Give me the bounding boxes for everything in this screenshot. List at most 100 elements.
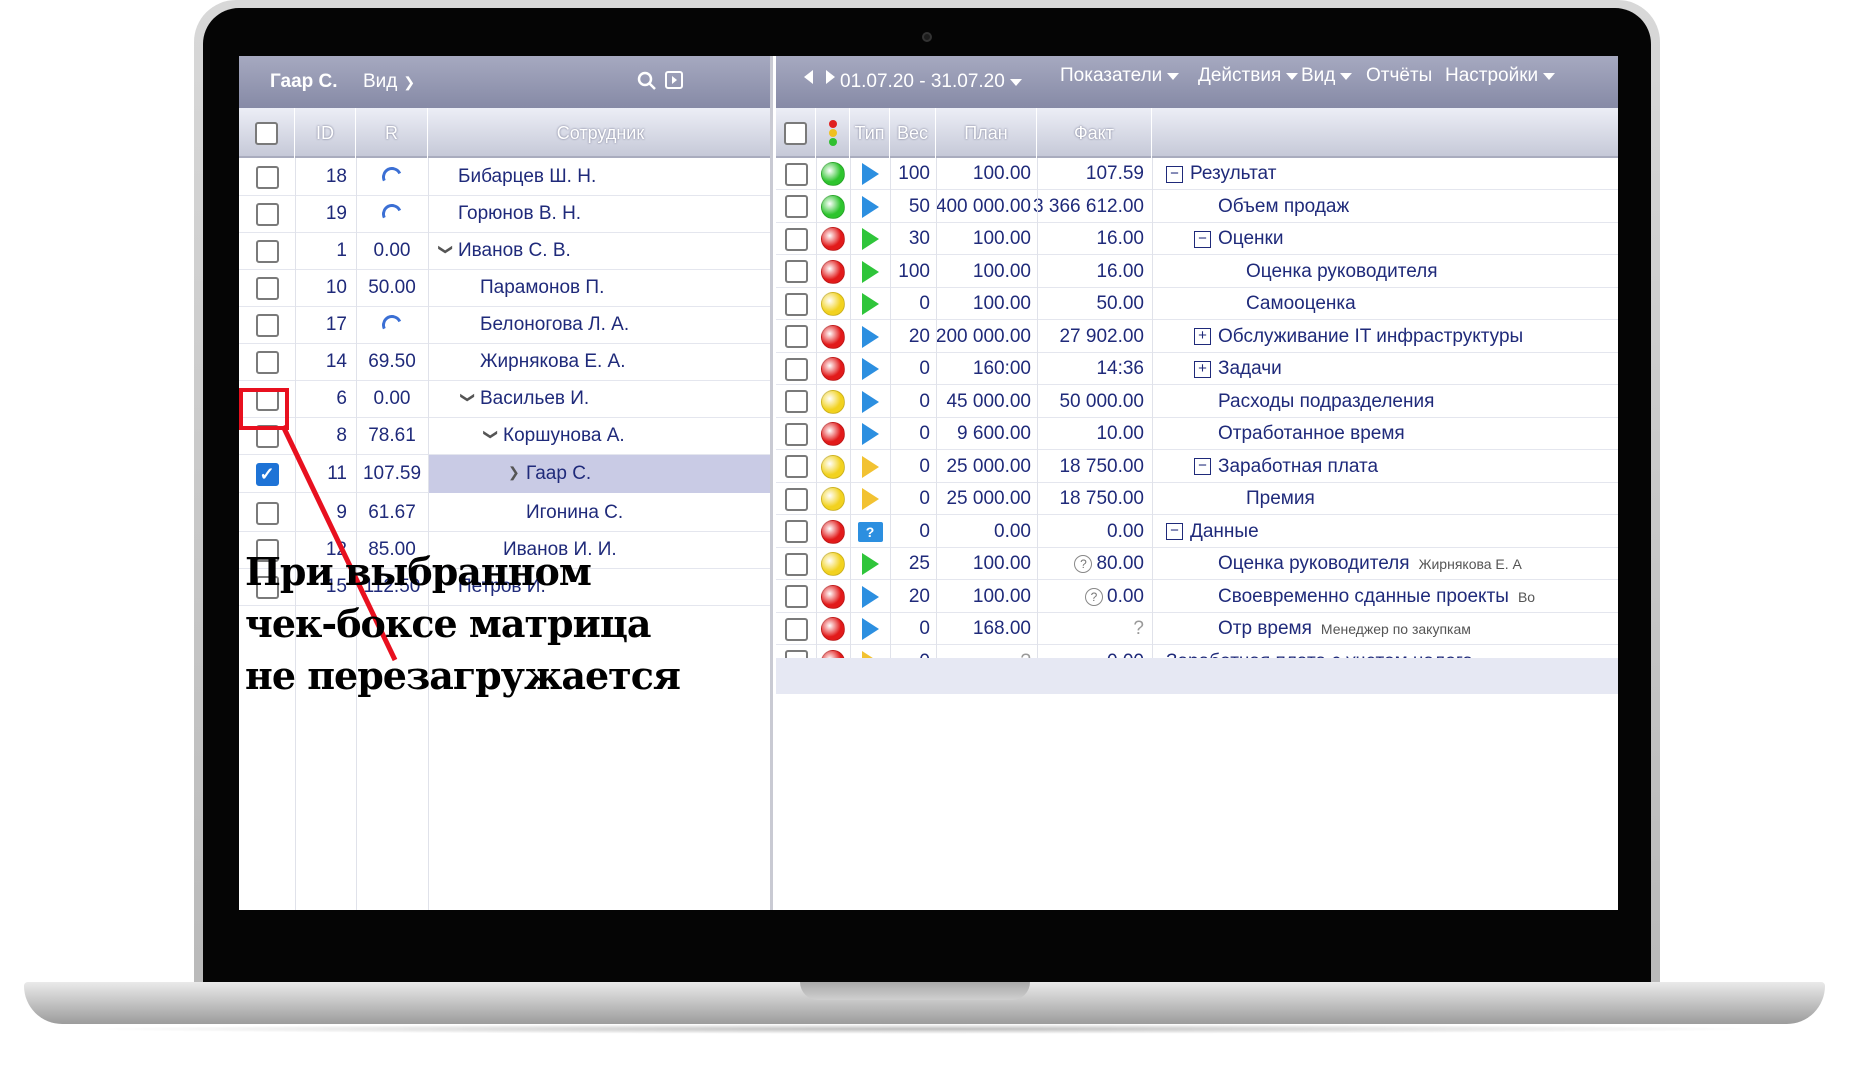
type-green-arrow-icon (861, 228, 879, 250)
row-checkbox[interactable] (784, 325, 808, 348)
status-red-dot-icon (821, 357, 845, 381)
menu-actions[interactable]: Действия (1198, 56, 1299, 96)
row-checkbox[interactable] (784, 422, 808, 446)
metric-row[interactable]: 0 160:00 14:36 + Задачи (776, 353, 1618, 385)
metric-name-cell[interactable]: Оценка руководителя Жирнякова Е. А (1194, 548, 1618, 580)
period-selector[interactable]: 01.07.20 - 31.07.20 (840, 62, 1022, 102)
metric-row[interactable]: 0 168.00? Отр время Менеджер по закупкам (776, 613, 1618, 645)
metric-name: Отработанное время (1218, 423, 1405, 444)
metric-row[interactable]: 100 100.00 16.00 Оценка руководителя (776, 256, 1618, 288)
metric-fact-value: ? (1133, 618, 1144, 639)
status-red-dot-icon (821, 519, 845, 544)
row-checkbox[interactable] (784, 357, 808, 381)
metric-name: Оценка руководителя (1218, 553, 1410, 574)
metric-row[interactable]: 0 9 600.00 10.00 Отработанное время (776, 418, 1618, 450)
type-cell (850, 353, 890, 385)
metric-row[interactable]: 0 45 000.00 50 000.00 Расходы подразделения (776, 386, 1618, 418)
metric-name-cell[interactable]: − Данные (1166, 516, 1618, 548)
metric-row[interactable]: 20 100.00? 0.00 Своевременно сданные проект… (776, 581, 1618, 613)
metric-fact: 18 750.00 (1037, 483, 1152, 515)
metric-row[interactable]: 50 400 000.00 3 366 612.00 Объем продаж (776, 191, 1618, 223)
caret-down-icon (1340, 72, 1353, 80)
metric-name-cell[interactable]: + Обслуживание IT инфраструктуры (1194, 321, 1618, 353)
metric-row[interactable]: 30 100.00 16.00 − Оценки (776, 223, 1618, 255)
metric-name: Премия (1246, 488, 1315, 509)
metric-name-cell[interactable]: − Результат (1166, 158, 1618, 190)
row-checkbox[interactable] (784, 162, 808, 186)
metric-row[interactable]: 0 100.00 50.00 Самооценка (776, 288, 1618, 320)
metric-name-cell[interactable]: Самооценка (1222, 288, 1618, 320)
metric-row[interactable]: 25 100.00? 80.00 Оценка руководителя Жирняко… (776, 548, 1618, 580)
select-all-checkbox[interactable] (784, 121, 807, 145)
metric-plan: 100.00 (936, 548, 1037, 580)
metric-name: Обслуживание IT инфраструктуры (1218, 325, 1524, 347)
collapse-icon[interactable]: − (1166, 523, 1183, 540)
metric-row[interactable]: 100 100.00 107.59 − Результат (776, 158, 1618, 190)
metric-row[interactable]: 0 25 000.00 18 750.00 Премия (776, 483, 1618, 515)
type-cell (850, 451, 890, 483)
expand-icon[interactable]: + (1194, 360, 1211, 378)
metric-name-cell[interactable]: Отработанное время (1194, 418, 1618, 450)
collapse-icon[interactable]: − (1194, 230, 1211, 248)
type-blue-arrow-icon (861, 325, 879, 348)
row-checkbox[interactable] (784, 552, 808, 576)
metrics-panel: 01.07.20 - 31.07.20 Показатели Действия … (776, 56, 1618, 910)
metric-plan: 100.00 (936, 288, 1037, 320)
metric-row[interactable]: ? 0 0.00 0.00 − Данные (776, 516, 1618, 548)
metric-name-cell[interactable]: − Заработная плата (1194, 451, 1618, 483)
row-checkbox[interactable] (784, 260, 808, 283)
metric-plan-value: 100.00 (972, 553, 1031, 574)
menu-indicators[interactable]: Показатели (1060, 56, 1180, 96)
row-checkbox[interactable] (784, 195, 808, 218)
menu-settings[interactable]: Настройки (1445, 56, 1556, 96)
prev-period-icon[interactable] (804, 70, 813, 84)
row-checkbox[interactable] (784, 617, 808, 641)
column-type[interactable]: Тип (850, 108, 890, 158)
column-status[interactable] (816, 108, 850, 158)
metric-name-cell[interactable]: Отр время Менеджер по закупкам (1194, 613, 1618, 645)
metric-name-cell[interactable]: + Задачи (1194, 353, 1618, 385)
type-cell (850, 483, 890, 515)
metric-name: Объем продаж (1218, 195, 1350, 217)
type-cell (850, 581, 890, 613)
help-icon[interactable]: ? (1085, 587, 1104, 606)
menu-reports-label: Отчёты (1366, 65, 1433, 86)
metric-name-cell[interactable]: Своевременно сданные проекты Во (1194, 581, 1618, 613)
collapse-icon[interactable]: − (1194, 458, 1211, 475)
collapse-icon[interactable]: − (1166, 165, 1183, 183)
expand-icon[interactable]: + (1194, 328, 1211, 345)
metric-row[interactable]: 0 25 000.00 18 750.00 − Заработная плата (776, 451, 1618, 483)
metric-row[interactable]: 20 200 000.00 27 902.00 + Обслуживание IT ин… (776, 321, 1618, 353)
row-checkbox[interactable] (784, 585, 808, 608)
column-plan[interactable]: План (936, 108, 1037, 158)
row-checkbox[interactable] (784, 227, 808, 251)
metric-plan: 0.00 (936, 516, 1037, 548)
metric-plan-value: 100.00 (972, 293, 1031, 314)
metric-name-cell[interactable]: Премия (1222, 483, 1618, 515)
metric-fact: 16.00 (1037, 256, 1152, 288)
column-fact[interactable]: Факт (1037, 108, 1152, 158)
type-cell (850, 288, 890, 320)
row-checkbox[interactable] (784, 390, 808, 413)
status-red-dot-icon (821, 617, 845, 641)
callout-arrow (280, 424, 398, 662)
metric-name-cell[interactable]: Объем продаж (1194, 191, 1618, 223)
column-weight[interactable]: Вес (890, 108, 936, 158)
row-checkbox[interactable] (784, 487, 808, 511)
row-checkbox[interactable] (784, 455, 808, 478)
metric-name-cell[interactable]: − Оценки (1194, 223, 1618, 255)
metric-weight: 30 (908, 228, 930, 249)
metric-weight: 0 (919, 455, 930, 477)
metric-name-cell[interactable]: Оценка руководителя (1222, 256, 1618, 288)
menu-view[interactable]: Вид (1301, 56, 1353, 96)
metric-plan: 100.00 (936, 581, 1037, 613)
menu-reports[interactable]: Отчёты (1366, 56, 1432, 96)
column-divider (1152, 158, 1153, 658)
metric-name: Задачи (1218, 358, 1282, 379)
next-period-icon[interactable] (826, 70, 835, 84)
help-icon[interactable]: ? (1074, 555, 1093, 573)
row-checkbox-cell (776, 321, 816, 353)
row-checkbox[interactable] (784, 520, 808, 543)
row-checkbox[interactable] (784, 292, 808, 316)
metric-name-cell[interactable]: Расходы подразделения (1194, 386, 1618, 418)
